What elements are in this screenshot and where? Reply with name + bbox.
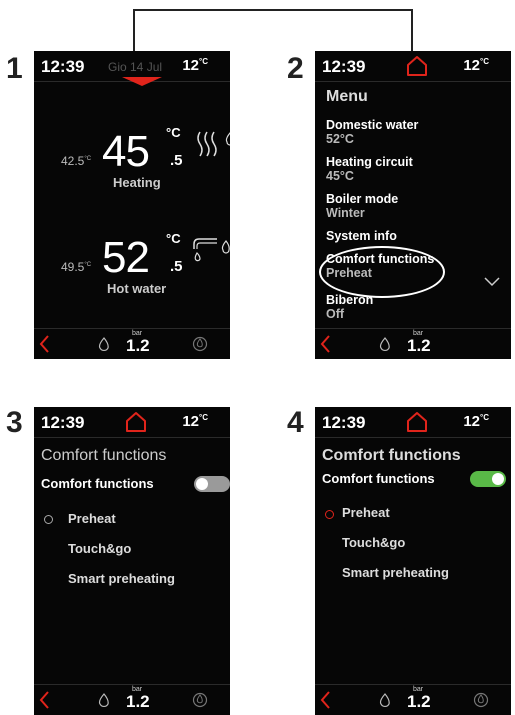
connector-line bbox=[133, 9, 413, 54]
home-icon[interactable] bbox=[405, 54, 429, 78]
menu-title: Menu bbox=[326, 88, 368, 105]
option-touch-and-go[interactable]: Touch&go bbox=[68, 541, 131, 556]
menu-item-domestic-water[interactable]: Domestic water 52°C bbox=[326, 118, 496, 146]
bottom-bar: bar 1.2 bbox=[34, 328, 230, 359]
comfort-toggle[interactable] bbox=[194, 476, 230, 492]
menu-item-biberon[interactable]: Biberon Off bbox=[326, 293, 496, 321]
page-title: Comfort functions bbox=[41, 447, 167, 464]
menu-item-label: Boiler mode bbox=[326, 192, 399, 206]
heating-decimal: .5 bbox=[170, 152, 183, 169]
radiator-heat-icon bbox=[197, 131, 230, 157]
comfort-toggle[interactable] bbox=[470, 471, 506, 487]
pressure-value: 1.2 bbox=[407, 336, 431, 355]
back-arrow-icon[interactable] bbox=[319, 690, 331, 710]
heating-unit: °C bbox=[166, 125, 181, 140]
menu-item-value: Off bbox=[326, 307, 345, 321]
page-title: Comfort functions bbox=[322, 447, 461, 464]
menu-item-value: 45°C bbox=[326, 169, 354, 183]
heating-label: Heating bbox=[113, 175, 161, 190]
screen-3-comfort-off: 12:39 12°C Comfort functions Comfort fun… bbox=[34, 407, 230, 715]
flame-icon bbox=[379, 337, 390, 352]
clock: 12:39 bbox=[41, 413, 85, 432]
outdoor-temperature: 12°C bbox=[182, 57, 208, 74]
tap-water-icon bbox=[193, 238, 230, 262]
outdoor-temperature: 12°C bbox=[182, 413, 208, 430]
back-arrow-icon[interactable] bbox=[38, 334, 50, 354]
heating-setpoint: 42.5°C bbox=[61, 154, 92, 168]
option-smart-preheating[interactable]: Smart preheating bbox=[342, 565, 449, 580]
screen-2-menu: 12:39 12°C Menu Domestic water 52°C Heat… bbox=[315, 51, 511, 359]
hot-water-setpoint: 49.5°C bbox=[61, 260, 92, 274]
menu-item-boiler-mode[interactable]: Boiler mode Winter bbox=[326, 192, 496, 220]
option-preheat[interactable]: Preheat bbox=[342, 505, 390, 520]
comfort-toggle-label: Comfort functions bbox=[41, 476, 154, 491]
flame-swirl-icon[interactable] bbox=[192, 691, 208, 708]
flame-icon bbox=[98, 693, 109, 708]
pressure-value: 1.2 bbox=[126, 692, 150, 711]
pressure-value: 1.2 bbox=[126, 336, 150, 355]
date: Gio 14 Jul bbox=[108, 60, 163, 74]
menu-item-value: Winter bbox=[326, 206, 365, 220]
outdoor-temperature: 12°C bbox=[463, 57, 489, 74]
radio-preheat[interactable] bbox=[44, 515, 53, 524]
clock: 12:39 bbox=[322, 413, 366, 432]
back-arrow-icon[interactable] bbox=[38, 690, 50, 710]
top-bar: 12:39 12°C bbox=[34, 407, 230, 438]
flame-icon bbox=[379, 693, 390, 708]
hot-water-unit: °C bbox=[166, 231, 181, 246]
step-number-4: 4 bbox=[287, 406, 304, 439]
flame-icon bbox=[98, 337, 109, 352]
bottom-bar: bar 1.2 bbox=[34, 684, 230, 715]
bottom-bar: bar 1.2 bbox=[315, 328, 511, 359]
screen-4-comfort-on: 12:39 12°C Comfort functions Comfort fun… bbox=[315, 407, 511, 715]
flame-swirl-icon[interactable] bbox=[192, 335, 208, 352]
step-number-2: 2 bbox=[287, 52, 304, 85]
menu-item-label: Biberon bbox=[326, 293, 374, 307]
screen-1-home: 12:39 Gio 14 Jul 12°C 42.5°C 45 °C .5 He… bbox=[34, 51, 230, 359]
top-bar: 12:39 12°C bbox=[315, 407, 511, 438]
option-preheat[interactable]: Preheat bbox=[68, 511, 116, 526]
step-number-1: 1 bbox=[6, 52, 23, 85]
home-icon[interactable] bbox=[124, 410, 148, 434]
hot-water-decimal: .5 bbox=[170, 258, 183, 275]
top-bar: 12:39 12°C bbox=[315, 51, 511, 82]
hot-water-label: Hot water bbox=[107, 281, 167, 296]
flame-swirl-icon[interactable] bbox=[473, 691, 489, 708]
menu-pull-indicator[interactable] bbox=[122, 77, 162, 86]
clock: 12:39 bbox=[41, 57, 85, 76]
back-arrow-icon[interactable] bbox=[319, 334, 331, 354]
option-touch-and-go[interactable]: Touch&go bbox=[342, 535, 405, 550]
home-icon[interactable] bbox=[405, 410, 429, 434]
step-number-3: 3 bbox=[6, 406, 23, 439]
option-smart-preheating[interactable]: Smart preheating bbox=[68, 571, 175, 586]
radio-preheat[interactable] bbox=[325, 510, 334, 519]
hot-water-temperature[interactable]: 52 bbox=[102, 233, 150, 283]
comfort-toggle-label: Comfort functions bbox=[322, 471, 435, 486]
highlight-ellipse bbox=[319, 246, 445, 298]
menu-item-label: Domestic water bbox=[326, 118, 419, 132]
heating-temperature[interactable]: 45 bbox=[102, 127, 150, 177]
chevron-down-icon[interactable] bbox=[483, 275, 501, 287]
menu-item-value: 52°C bbox=[326, 132, 354, 146]
menu-item-label: Heating circuit bbox=[326, 155, 413, 169]
outdoor-temperature: 12°C bbox=[463, 413, 489, 430]
clock: 12:39 bbox=[322, 57, 366, 76]
menu-item-label: System info bbox=[326, 229, 397, 243]
menu-item-system-info[interactable]: System info bbox=[326, 229, 496, 243]
menu-item-heating-circuit[interactable]: Heating circuit 45°C bbox=[326, 155, 496, 183]
pressure-value: 1.2 bbox=[407, 692, 431, 711]
bottom-bar: bar 1.2 bbox=[315, 684, 511, 715]
